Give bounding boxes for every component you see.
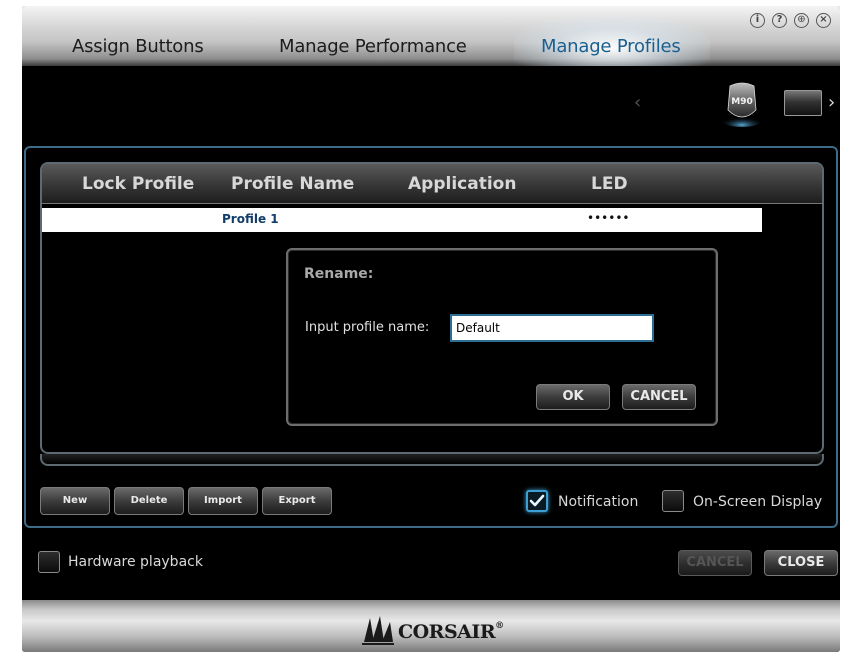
column-led: LED [591,174,628,194]
delete-profile-button[interactable]: Delete [114,487,184,515]
column-profile-name: Profile Name [231,174,355,194]
table-header: Lock Profile Profile Name Application LE… [42,164,822,204]
info-icon[interactable]: i [750,13,765,28]
brand-name: CORSAIR® [398,621,504,643]
cancel-button[interactable]: CANCEL [678,550,752,576]
corsair-sails-icon [362,616,394,645]
new-profile-button[interactable]: New [40,487,110,515]
import-profile-button[interactable]: Import [188,487,258,515]
dialog-title: Rename: [304,266,374,282]
column-lock-profile: Lock Profile [82,174,195,194]
on-screen-display-checkbox[interactable] [662,490,684,512]
close-icon[interactable]: × [816,13,831,28]
column-application: Application [408,174,517,194]
globe-icon[interactable]: ⊕ [794,13,809,28]
rename-dialog: Rename: Input profile name: OK CANCEL [286,248,718,426]
led-cell: •••••• [587,211,630,225]
table-row[interactable]: Profile 1 •••••• [42,208,762,232]
table-footer-bar [40,454,824,466]
m90-mouse-device-icon[interactable]: M90 [722,80,762,128]
keyboard-device-icon[interactable] [784,90,822,116]
dialog-cancel-button[interactable]: CANCEL [622,384,696,410]
tab-bar: Assign Buttons Manage Performance Manage… [22,6,840,66]
tab-assign-buttons[interactable]: Assign Buttons [72,36,204,57]
notification-checkbox[interactable] [526,490,548,512]
corsair-m90-software-window: Assign Buttons Manage Performance Manage… [22,6,840,652]
registered-mark: ® [495,621,504,631]
checkmark-icon [529,494,545,507]
on-screen-display-label: On-Screen Display [693,494,823,510]
hardware-playback-label: Hardware playback [68,554,203,570]
help-icon[interactable]: ? [772,13,787,28]
ok-button[interactable]: OK [536,384,610,410]
device-next-arrow-icon[interactable]: › [828,92,835,113]
export-profile-button[interactable]: Export [262,487,332,515]
close-button[interactable]: CLOSE [764,550,838,576]
device-prev-arrow-icon[interactable]: ‹ [634,92,641,113]
corsair-logo: CORSAIR® [360,612,504,648]
m90-device-label: M90 [731,97,752,107]
profile-name-input[interactable] [450,314,654,342]
hardware-playback-checkbox[interactable] [38,551,60,573]
profile-name-label: Input profile name: [305,320,430,335]
profile-name-cell: Profile 1 [222,212,279,226]
tab-manage-profiles[interactable]: Manage Profiles [541,36,681,57]
tab-manage-performance[interactable]: Manage Performance [279,36,467,57]
notification-label: Notification [558,494,639,510]
